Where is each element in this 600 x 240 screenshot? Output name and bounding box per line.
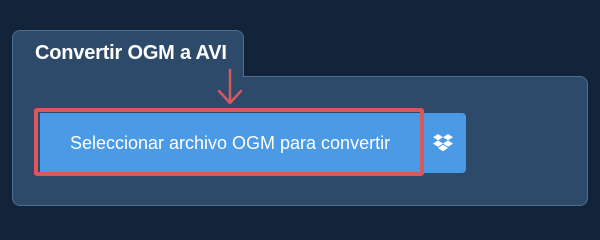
highlight-box	[34, 108, 424, 176]
dropbox-icon	[433, 134, 453, 152]
panel-title: Convertir OGM a AVI	[35, 42, 227, 64]
page: Convertir OGM a AVI Seleccionar archivo …	[0, 0, 600, 230]
dropbox-button[interactable]	[420, 113, 466, 173]
annotation-arrow-icon	[217, 68, 243, 105]
